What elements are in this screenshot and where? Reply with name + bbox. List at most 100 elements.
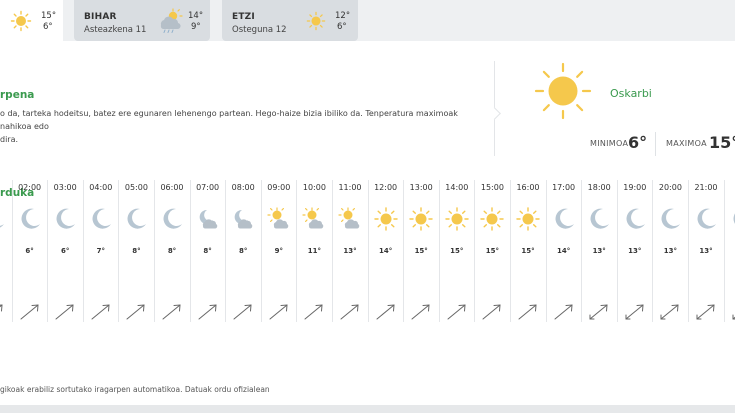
hour-temperature: 8°: [203, 247, 212, 255]
hour-temperature: 8°: [239, 247, 248, 255]
hour-label: 02:00: [18, 183, 42, 192]
wind-arrow-icon: [410, 303, 432, 325]
hour-label: 20:00: [658, 183, 682, 192]
hour-label: 08:00: [231, 183, 255, 192]
hour-label: 18:00: [587, 183, 611, 192]
tab-gaur[interactable]: 15° 6°: [0, 0, 63, 41]
hour-temperature: 14°: [378, 247, 393, 255]
sun-cloud-rain-icon: [160, 8, 183, 33]
hour-label: 09:00: [267, 183, 291, 192]
moon-icon: [586, 206, 612, 236]
hour-label: 10:00: [302, 183, 326, 192]
hour-temperature: 15°: [450, 247, 464, 255]
hour-label: 17:00: [552, 183, 576, 192]
sun-icon: [479, 206, 505, 236]
minmax-divider: [655, 132, 656, 156]
moon-cloud-icon: [195, 206, 221, 236]
tab-date: Asteazkena 11: [84, 25, 147, 35]
sun-icon: [515, 206, 541, 236]
tab-tmax: 15°: [41, 11, 57, 21]
moon-icon: [657, 206, 683, 236]
hour-temperature: 13°: [628, 247, 642, 255]
wind-arrow-icon: [54, 303, 76, 325]
hour-label: 11:00: [338, 183, 362, 192]
tab-bihar[interactable]: BIHAR Asteazkena 11 14° 9°: [74, 0, 210, 41]
hour-label: 0: [0, 183, 11, 192]
wind-arrow-icon: [161, 303, 183, 325]
sun-icon: [444, 206, 470, 236]
wind-arrow-icon: [268, 303, 290, 325]
hour-temperature: 13°: [699, 247, 713, 255]
moon-icon: [0, 206, 7, 236]
hour-temperature: 8°: [132, 247, 141, 255]
tab-tmin: 9°: [191, 22, 201, 32]
hour-temperature: 15°: [485, 247, 500, 255]
wind-arrow-icon: [588, 303, 610, 325]
sun-cloud-icon: [266, 206, 292, 236]
hour-label: 12:00: [374, 183, 398, 192]
tab-day: BIHAR: [84, 12, 117, 22]
moon-cloud-icon: [230, 206, 256, 236]
hour-label: 06:00: [160, 183, 184, 192]
summary-title: rpena: [0, 89, 35, 101]
summary-text-line: dira.: [0, 135, 19, 144]
moon-icon: [52, 206, 78, 236]
hour-label: 04:00: [89, 183, 113, 192]
tab-date: Osteguna 12: [232, 25, 287, 35]
hour-temperature: 7°: [96, 247, 105, 255]
moon-icon: [622, 206, 648, 236]
moon-icon: [123, 206, 149, 236]
hour-label: 03:00: [53, 183, 77, 192]
sun-icon: [10, 10, 32, 32]
hour-column-divider: [723, 180, 725, 322]
wind-arrow-icon: [481, 303, 503, 325]
tab-tmin: 6°: [337, 22, 347, 32]
moon-icon: [17, 206, 43, 236]
wind-arrow-icon: [659, 303, 681, 325]
hour-label: 14:00: [445, 183, 469, 192]
footer-note: gikoak erabiliz sortutako iragarpen auto…: [0, 385, 270, 394]
tab-tmax: 14°: [188, 11, 204, 21]
hour-label: 15:00: [480, 183, 504, 192]
moon-icon: [159, 206, 185, 236]
hour-label: 21:00: [694, 183, 718, 192]
wind-arrow-icon: [375, 303, 397, 325]
sun-cloud-icon: [337, 206, 363, 236]
wind-arrow-icon: [553, 303, 575, 325]
hour-temperature: 6°: [61, 247, 70, 255]
hour-temperature: 6°: [25, 247, 34, 255]
wind-arrow-icon: [446, 303, 468, 325]
sun-icon: [408, 206, 434, 236]
moon-icon: [729, 206, 735, 236]
summary-description: o da, tarteka hodeitsu, batez ere egunar…: [0, 107, 470, 146]
sun-cloud-icon: [301, 206, 327, 236]
hour-label: 13:00: [409, 183, 433, 192]
summary-text-line: o da, tarteka hodeitsu, batez ere egunar…: [0, 109, 458, 131]
hour-label: 16:00: [516, 183, 540, 192]
hour-temperature: 13°: [663, 247, 678, 255]
hour-temperature: 15°: [414, 247, 428, 255]
hour-temperature: 15°: [521, 247, 535, 255]
wind-arrow-icon: [90, 303, 112, 325]
tab-etzi[interactable]: ETZI Osteguna 12 12° 6°: [222, 0, 358, 41]
forecast-panel: rpena o da, tarteka hodeitsu, batez ere …: [0, 41, 735, 405]
hour-temperature: 11°: [307, 247, 322, 255]
condition-label: Oskarbi: [610, 87, 652, 100]
wind-arrow-icon: [303, 303, 325, 325]
page-bottom-strip: [0, 405, 735, 413]
weather-app: 15° 6° BIHAR Asteazkena 11 14° 9° ETZI O…: [0, 0, 735, 413]
wind-arrow-icon: [232, 303, 254, 325]
hour-label: 07:00: [196, 183, 220, 192]
min-label: MINIMOA: [590, 139, 629, 148]
hour-temperature: 13°: [343, 247, 357, 255]
max-label: MAXIMOA: [666, 139, 707, 148]
tab-tmax: 12°: [335, 11, 351, 21]
moon-icon: [88, 206, 114, 236]
tab-day: ETZI: [232, 12, 255, 22]
wind-arrow-icon: [731, 303, 735, 325]
wind-arrow-icon: [19, 303, 41, 325]
hour-label: 2: [725, 183, 735, 192]
sun-icon: [306, 11, 326, 31]
wind-arrow-icon: [0, 303, 5, 325]
moon-icon: [551, 206, 577, 236]
